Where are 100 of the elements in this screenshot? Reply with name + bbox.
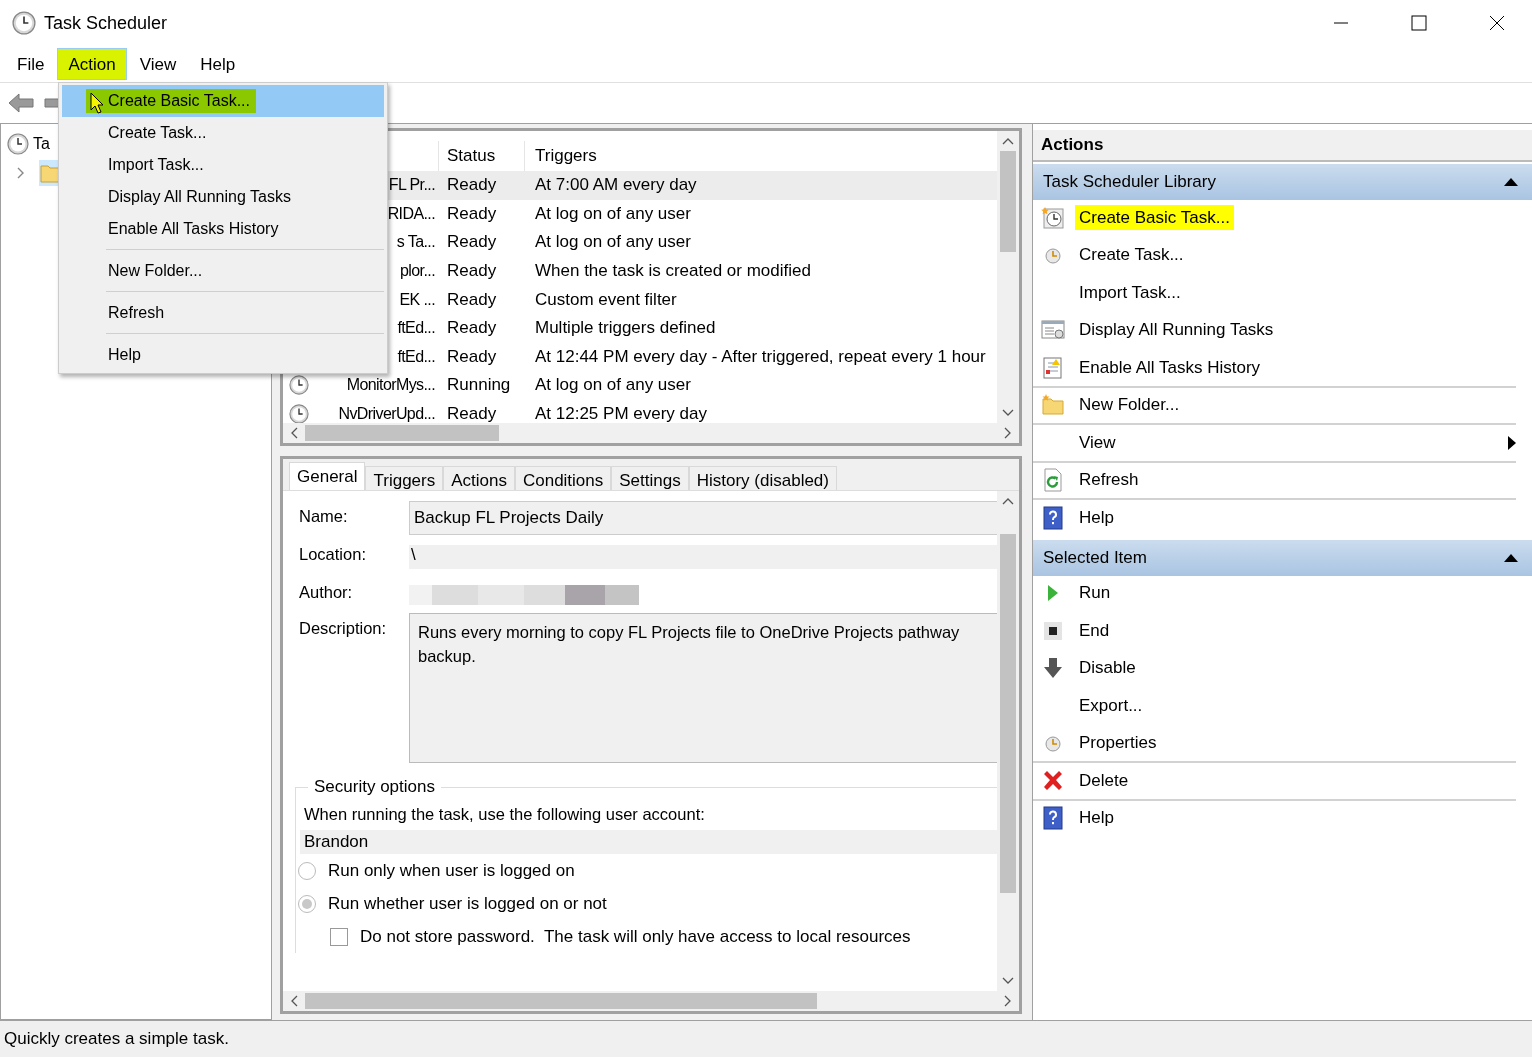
action-link[interactable]: Help [1075, 504, 1118, 530]
scrollbar-thumb[interactable] [1000, 534, 1016, 893]
tab[interactable]: Conditions [514, 466, 612, 490]
horizontal-scrollbar[interactable] [283, 423, 1019, 443]
menu-option-label: Create Task... [107, 123, 208, 143]
table-cell: When the task is created or modified [535, 261, 811, 281]
action-link[interactable]: Enable All Tasks History [1075, 354, 1265, 380]
tab[interactable]: General [289, 462, 366, 490]
radio-button[interactable] [298, 861, 316, 880]
scrollbar-thumb[interactable] [305, 993, 818, 1009]
tab[interactable]: Settings [611, 466, 689, 490]
scroll-left-icon[interactable] [290, 427, 298, 439]
table-cell: NvDriverUpd... [338, 405, 435, 423]
vertical-scrollbar[interactable] [997, 491, 1019, 991]
description-field[interactable]: Runs every morning to copy FL Projects file to OneDrive Projects pathway backup. [409, 613, 997, 763]
action-link[interactable]: View [1075, 429, 1120, 455]
action-link[interactable]: End [1075, 617, 1114, 643]
radio-label: Run only when user is logged on [328, 860, 575, 881]
scroll-up-icon[interactable] [1002, 137, 1014, 145]
horizontal-scrollbar[interactable] [283, 991, 1019, 1011]
action-link[interactable]: Properties [1075, 730, 1161, 756]
table-cell: plor... [400, 262, 435, 281]
field-label: Author: [299, 582, 354, 602]
action-link[interactable]: Export... [1075, 692, 1147, 718]
help-icon [1041, 806, 1065, 831]
maximize-icon [1411, 15, 1427, 31]
action-link[interactable]: Delete [1075, 767, 1133, 793]
task-row[interactable]: MonitorMys... Running At log on of any user [289, 371, 997, 400]
section-header[interactable]: Task Scheduler Library [1033, 164, 1532, 200]
window-title: Task Scheduler [44, 12, 169, 34]
table-cell: At 7:00 AM every day [535, 175, 697, 195]
table-cell: RIDA... [387, 204, 435, 223]
app-clock-icon [12, 11, 36, 35]
table-cell: Ready [447, 261, 497, 281]
column-header[interactable]: Triggers [535, 146, 597, 165]
action-link[interactable]: Run [1075, 580, 1115, 606]
table-cell: Ready [447, 232, 497, 252]
scroll-down-icon[interactable] [1002, 409, 1014, 417]
table-cell: ftEd... [397, 319, 435, 338]
radio-button[interactable] [298, 894, 316, 913]
submenu-arrow-icon [1508, 435, 1516, 450]
actions-title: Actions [1033, 130, 1532, 162]
delete-icon [1041, 768, 1065, 793]
scroll-right-icon[interactable] [1004, 995, 1012, 1007]
section-title: Selected Item [1043, 547, 1147, 568]
close-icon [1489, 15, 1505, 31]
task-row[interactable]: NvDriverUpd... Ready At 12:25 PM every day [289, 399, 997, 423]
vertical-scrollbar[interactable] [997, 131, 1019, 423]
scroll-left-icon[interactable] [290, 995, 298, 1007]
account-prompt: When running the task, use the following user account: [304, 805, 706, 824]
group-title: Security options [313, 777, 436, 797]
menu-item[interactable]: Help [189, 48, 247, 80]
table-cell: Ready [447, 175, 497, 195]
collapse-icon[interactable] [1504, 178, 1518, 186]
table-cell: ftEd... [397, 347, 435, 366]
tab[interactable]: Actions [443, 466, 515, 490]
table-cell: Ready [447, 318, 497, 338]
name-field[interactable]: Backup FL Projects Daily [409, 501, 997, 535]
table-cell: Multiple triggers defined [535, 318, 716, 338]
action-link[interactable]: Refresh [1075, 467, 1143, 493]
action-link[interactable]: Display All Running Tasks [1075, 317, 1278, 343]
table-cell: EK ... [399, 290, 435, 309]
minimize-icon [1333, 22, 1349, 24]
section-header[interactable]: Selected Item [1033, 539, 1532, 576]
checkbox[interactable] [330, 927, 348, 946]
scroll-right-icon[interactable] [1004, 427, 1012, 439]
menu-option[interactable]: Create Basic Task... [62, 85, 384, 117]
clock-icon [1041, 205, 1065, 230]
refresh-icon [1041, 468, 1065, 493]
table-cell: At 12:44 PM every day - After triggered, repeat every 1 hour [535, 346, 986, 366]
scroll-down-icon[interactable] [1002, 977, 1014, 985]
tab[interactable]: Triggers [365, 466, 444, 490]
column-header[interactable]: Status [447, 146, 496, 166]
table-cell: Ready [447, 404, 497, 423]
action-link[interactable]: New Folder... [1075, 392, 1184, 418]
action-link[interactable]: Create Task... [1075, 242, 1188, 268]
table-cell: Ready [447, 346, 497, 366]
menu-option[interactable]: Create Task... [62, 117, 384, 149]
table-cell: MonitorMys... [346, 376, 435, 395]
menu-option[interactable]: Help [62, 339, 384, 371]
menu-item[interactable]: File [6, 48, 56, 80]
table-cell: s Ta... [396, 233, 435, 252]
action-link[interactable]: Create Basic Task... [1075, 204, 1234, 230]
scroll-up-icon[interactable] [1002, 497, 1014, 505]
field-label: Location: [299, 544, 367, 564]
action-link[interactable]: Help [1075, 805, 1118, 831]
menu-item[interactable]: View [128, 48, 188, 80]
collapse-icon[interactable] [1504, 553, 1518, 562]
checkbox-label: Do not store password. The task will only have access to local resources [360, 926, 911, 947]
table-cell: Ready [447, 203, 497, 223]
scrollbar-thumb[interactable] [305, 425, 499, 441]
tab[interactable]: History (disabled) [688, 466, 837, 490]
help-icon [1041, 505, 1065, 530]
action-link[interactable]: Import Task... [1075, 279, 1185, 305]
menu-item[interactable]: Action [57, 48, 127, 80]
clock-icon [289, 404, 309, 423]
tree-item[interactable]: Ta [33, 135, 50, 153]
action-link[interactable]: Disable [1075, 655, 1140, 681]
scrollbar-thumb[interactable] [1000, 151, 1016, 252]
back-icon[interactable] [8, 92, 34, 114]
